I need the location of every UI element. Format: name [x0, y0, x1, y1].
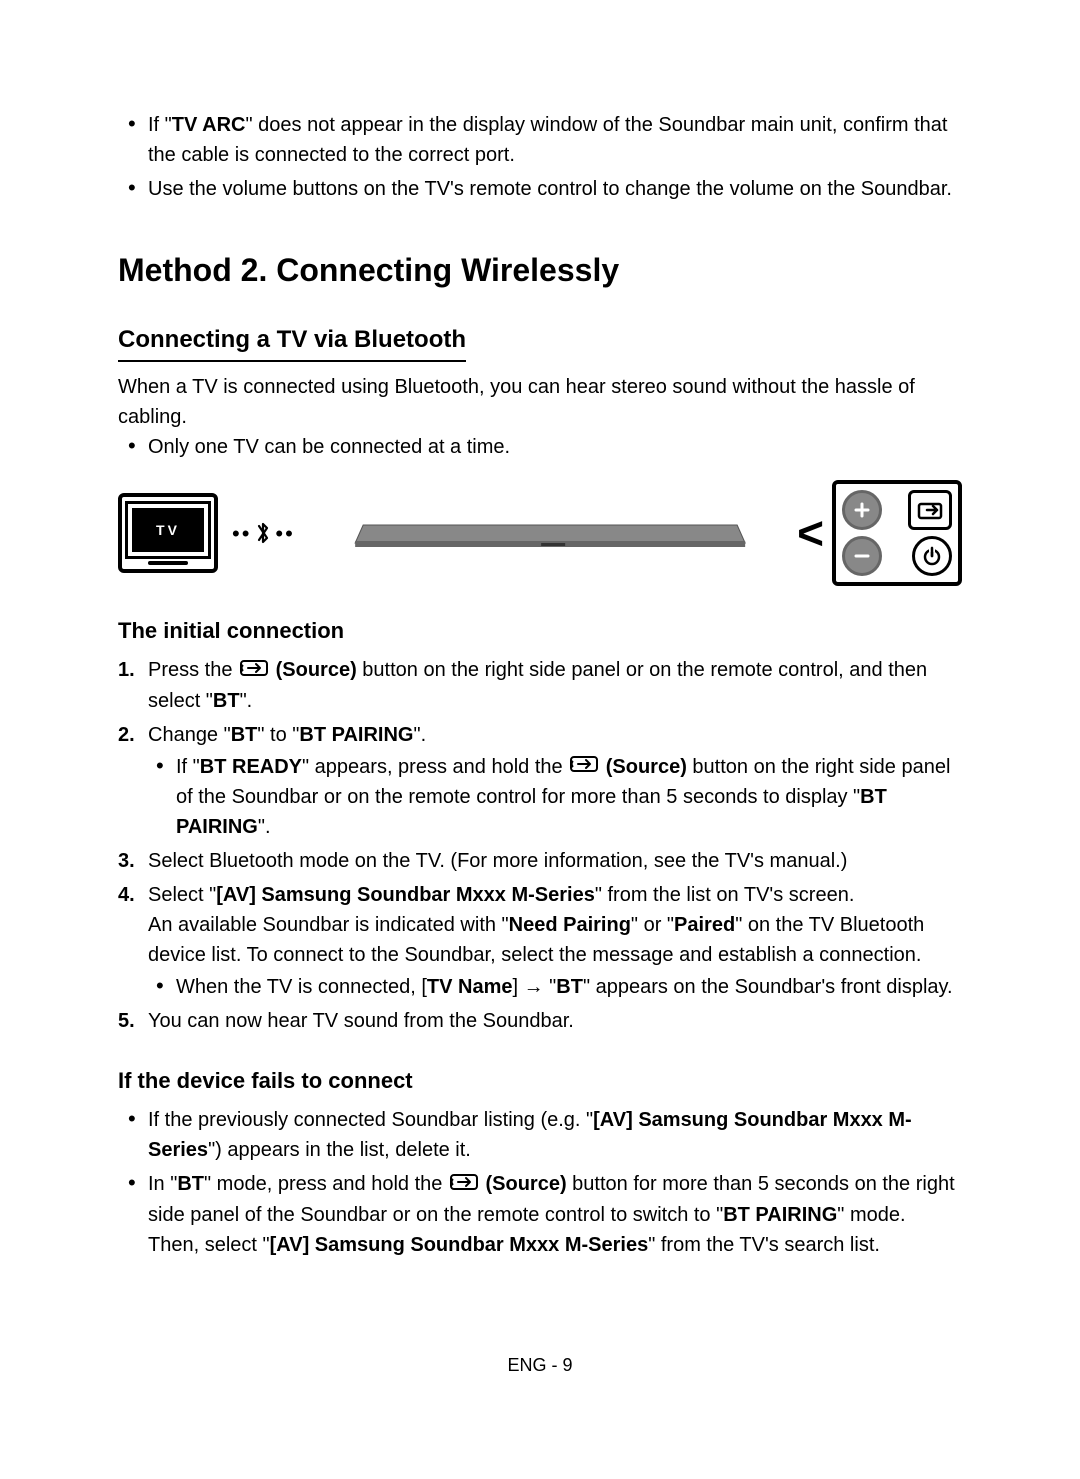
soundbar-illustration — [309, 517, 791, 549]
text: Only one TV can be connected at a time. — [148, 436, 510, 458]
fail-bullets: If the previously connected Soundbar lis… — [118, 1105, 962, 1260]
text: ". — [258, 816, 271, 838]
plus-icon — [853, 501, 871, 519]
text: Press the — [148, 659, 238, 681]
step-2-sub: If "BT READY" appears, press and hold th… — [148, 752, 962, 843]
text: " from the list on TV's screen. — [595, 884, 855, 906]
text: An available Soundbar is indicated with … — [148, 914, 509, 936]
method-title: Method 2. Connecting Wirelessly — [118, 246, 962, 294]
bold-text: BT PAIRING — [723, 1204, 837, 1226]
bold-text: TV Name — [427, 976, 513, 998]
text: Then, select " — [148, 1234, 270, 1256]
connection-diagram: TV •• •• < — [118, 480, 962, 586]
text: ] → " — [512, 976, 556, 998]
power-icon — [922, 546, 942, 566]
text: Select " — [148, 884, 216, 906]
source-button — [908, 490, 952, 530]
bold-text: [AV] Samsung Soundbar Mxxx M-Series — [216, 884, 595, 906]
bluetooth-icon — [255, 520, 271, 546]
text: Change " — [148, 724, 231, 746]
text: " or " — [631, 914, 674, 936]
text: " appears, press and hold the — [302, 756, 568, 778]
fail-title: If the device fails to connect — [118, 1064, 962, 1097]
bold-text: TV ARC — [172, 114, 246, 136]
source-label: (Source) — [276, 659, 357, 681]
text: Use the volume buttons on the TV's remot… — [148, 178, 952, 200]
text: " appears on the Soundbar's front displa… — [583, 976, 953, 998]
step-2: 2. Change "BT" to "BT PAIRING". If "BT R… — [148, 720, 962, 843]
bold-text: BT READY — [200, 756, 302, 778]
bold-text: BT — [556, 976, 583, 998]
step-4: 4. Select "[AV] Samsung Soundbar Mxxx M-… — [148, 880, 962, 1002]
bold-text: BT PAIRING — [299, 724, 413, 746]
power-button — [912, 536, 952, 576]
initial-connection-title: The initial connection — [118, 614, 962, 647]
bold-text: BT — [231, 724, 258, 746]
source-icon — [570, 752, 598, 782]
text: " to " — [257, 724, 299, 746]
text: ". — [240, 690, 253, 712]
step-5: 5. You can now hear TV sound from the So… — [148, 1006, 962, 1036]
tv-stand — [148, 561, 188, 565]
text: When the TV is connected, [ — [176, 976, 427, 998]
minus-icon — [853, 547, 871, 565]
step-2-sub-bullet: If "BT READY" appears, press and hold th… — [176, 752, 962, 843]
bold-text: BT — [177, 1173, 204, 1195]
text: " from the TV's search list. — [648, 1234, 880, 1256]
text: ") appears in the list, delete it. — [208, 1139, 471, 1161]
text: If " — [148, 114, 172, 136]
subsection-bullet-list: Only one TV can be connected at a time. — [118, 432, 962, 462]
intro-bullet-1: If "TV ARC" does not appear in the displ… — [148, 110, 962, 170]
step-3: 3. Select Bluetooth mode on the TV. (For… — [148, 846, 962, 876]
source-icon — [240, 656, 268, 686]
dots: •• — [232, 517, 251, 550]
bold-text: [AV] Samsung Soundbar Mxxx M-Series — [270, 1234, 649, 1256]
subsection-desc: When a TV is connected using Bluetooth, … — [118, 372, 962, 432]
bold-text: Need Pairing — [509, 914, 631, 936]
bluetooth-signal: •• •• — [232, 517, 295, 550]
text: In " — [148, 1173, 177, 1195]
step-1: 1. Press the (Source) button on the righ… — [148, 655, 962, 716]
text: " does not appear in the display window … — [148, 114, 947, 166]
text: If " — [176, 756, 200, 778]
tv-label: TV — [125, 501, 211, 559]
page-number: ENG - 9 — [0, 1352, 1080, 1379]
soundbar-control-panel — [832, 480, 962, 586]
text: ". — [413, 724, 426, 746]
intro-bullet-2: Use the volume buttons on the TV's remot… — [148, 174, 962, 204]
bold-text: BT — [213, 690, 240, 712]
text: " mode, press and hold the — [204, 1173, 448, 1195]
dots: •• — [275, 517, 294, 550]
step-4-sub: When the TV is connected, [TV Name] → "B… — [148, 972, 962, 1002]
volume-up-button — [842, 490, 882, 530]
source-icon — [917, 499, 943, 521]
source-label: (Source) — [486, 1173, 567, 1195]
initial-connection-steps: 1. Press the (Source) button on the righ… — [118, 655, 962, 1036]
bold-text: Paired — [674, 914, 735, 936]
tv-illustration: TV — [118, 493, 218, 573]
source-icon — [450, 1170, 478, 1200]
text: You can now hear TV sound from the Sound… — [148, 1010, 574, 1032]
fail-bullet-1: If the previously connected Soundbar lis… — [148, 1105, 962, 1165]
subsection-title: Connecting a TV via Bluetooth — [118, 322, 466, 362]
callout-caret: < — [797, 522, 824, 545]
text: If the previously connected Soundbar lis… — [148, 1109, 593, 1131]
volume-down-button — [842, 536, 882, 576]
text: " mode. — [837, 1204, 905, 1226]
intro-bullet-list: If "TV ARC" does not appear in the displ… — [118, 110, 962, 204]
subsection-bullet: Only one TV can be connected at a time. — [148, 432, 962, 462]
fail-bullet-2: In "BT" mode, press and hold the (Source… — [148, 1169, 962, 1260]
source-label: (Source) — [606, 756, 687, 778]
step-4-sub-bullet: When the TV is connected, [TV Name] → "B… — [176, 972, 962, 1002]
text: Select Bluetooth mode on the TV. (For mo… — [148, 850, 847, 872]
